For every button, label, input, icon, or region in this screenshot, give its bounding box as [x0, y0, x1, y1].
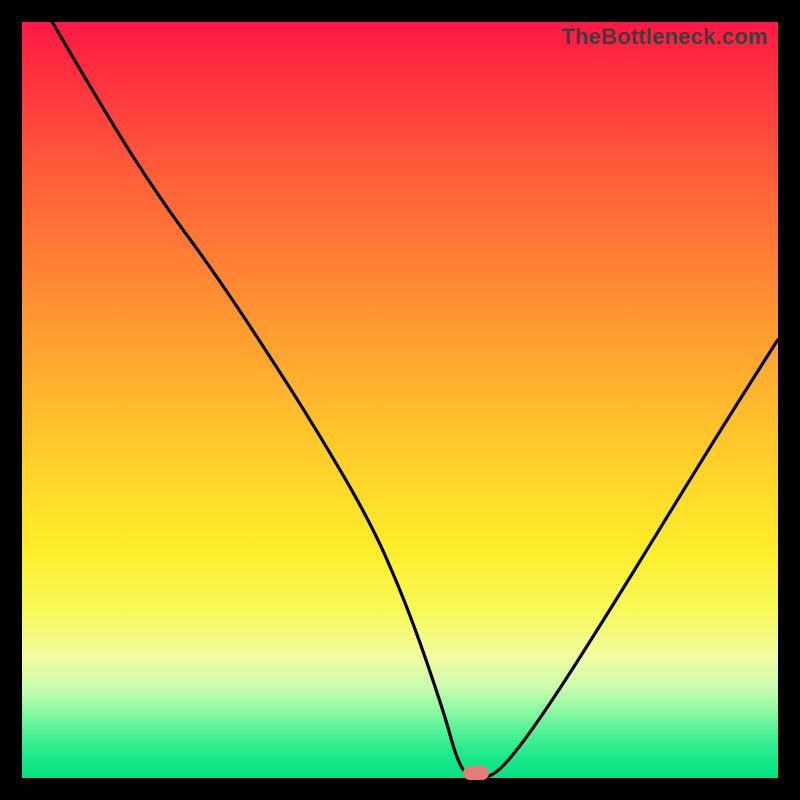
- optimum-marker: [463, 766, 489, 780]
- plot-area: TheBottleneck.com: [22, 22, 778, 778]
- chart-frame: TheBottleneck.com: [0, 0, 800, 800]
- watermark-text: TheBottleneck.com: [562, 24, 768, 50]
- bottleneck-curve: [22, 22, 778, 778]
